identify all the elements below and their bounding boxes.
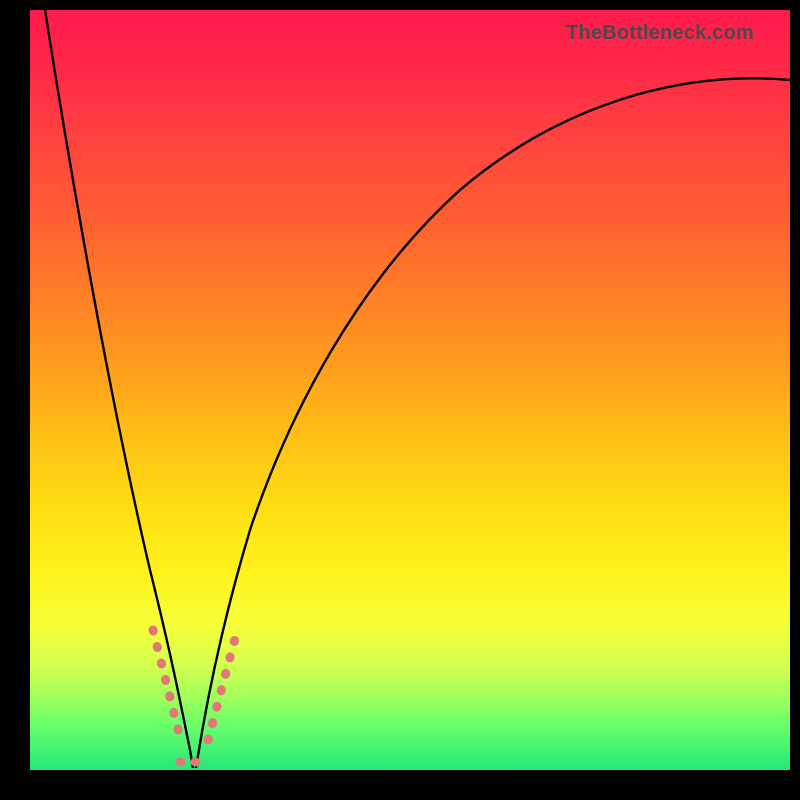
chart-frame: TheBottleneck.com <box>0 0 800 800</box>
curve-right <box>196 78 790 768</box>
watermark-text: TheBottleneck.com <box>566 22 754 45</box>
marker-dots-left <box>153 630 182 745</box>
marker-dots-right <box>208 635 236 740</box>
bottleneck-curve <box>30 10 790 770</box>
curve-left <box>45 10 193 768</box>
plot-area: TheBottleneck.com <box>30 10 790 770</box>
